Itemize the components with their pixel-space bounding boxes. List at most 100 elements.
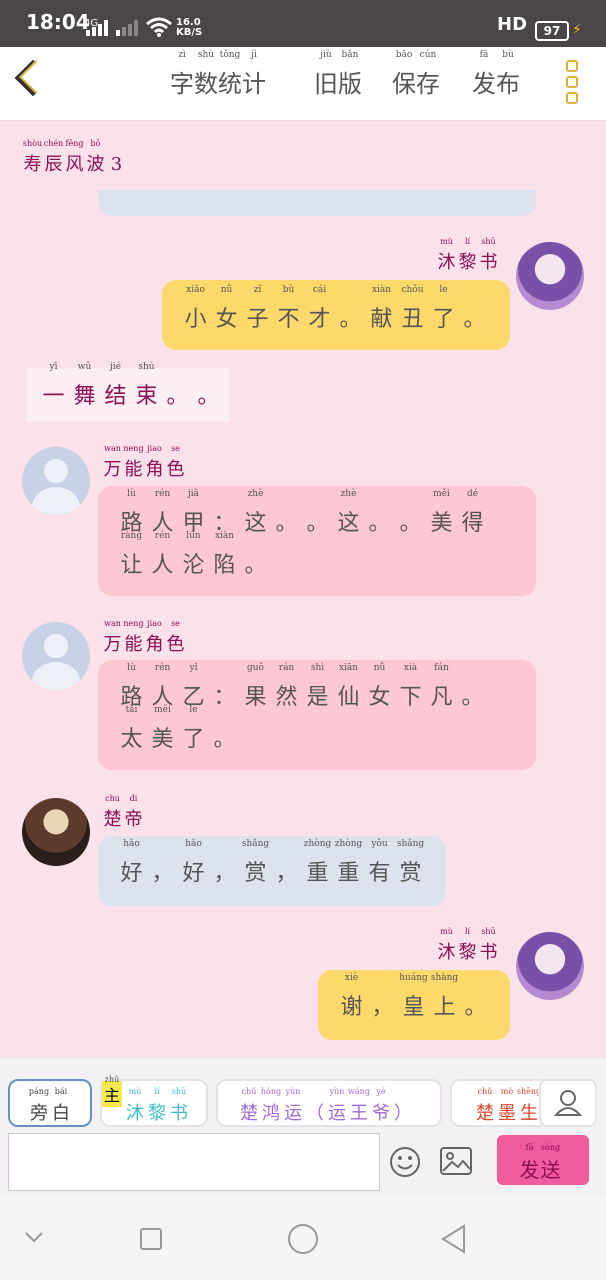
word-count-button[interactable]: zì 字 shù 数 tǒng 统 jì 计: [170, 50, 266, 99]
pinyin-label: jiǎ: [187, 489, 200, 499]
send-label: fā 发 sòng 送: [519, 1143, 561, 1183]
avatar[interactable]: [22, 447, 90, 515]
character: 人: [151, 553, 174, 578]
character: 美: [430, 511, 453, 536]
ruby-char: 。: [457, 676, 488, 720]
menu-icon[interactable]: [566, 60, 578, 72]
character: 上: [433, 995, 456, 1020]
message-text: xiè 谢 ， huáng 皇 shàng 上。: [336, 973, 491, 1030]
ruby-char: bù 不: [273, 285, 304, 342]
character: 。: [368, 511, 391, 536]
character-chip-chu-hongyun[interactable]: chǔ 楚 hóng 鸿 yùn 运（yùn 运 wáng 王 yé 爷）: [216, 1079, 442, 1127]
character: 。: [166, 384, 189, 409]
ruby-char: jié 结: [100, 362, 131, 419]
ruby-char: wan 万: [102, 444, 123, 481]
pinyin-label: bái: [54, 1087, 68, 1096]
save-button[interactable]: bǎo 保 cún 存: [392, 50, 440, 99]
character: 楚: [103, 809, 122, 830]
character: 书: [479, 252, 498, 273]
character: ，: [275, 861, 298, 886]
character: 风: [65, 154, 84, 175]
avatar[interactable]: [516, 242, 584, 310]
home-button[interactable]: [288, 1224, 318, 1254]
character: 旧: [314, 70, 338, 98]
menu-icon[interactable]: [566, 92, 578, 104]
ruby-char: měi 美: [147, 705, 178, 762]
manage-characters-button[interactable]: [539, 1079, 597, 1127]
character: 果: [244, 685, 267, 710]
avatar[interactable]: [22, 798, 90, 866]
image-icon[interactable]: [440, 1147, 472, 1175]
character: 黎: [458, 252, 477, 273]
ruby-char: chǔ 楚: [238, 1087, 260, 1125]
chevron-down-icon[interactable]: [24, 1230, 44, 1244]
character: 运: [328, 1103, 346, 1124]
message-bubble[interactable]: xiè 谢 ， huáng 皇 shàng 上。: [318, 970, 510, 1040]
character: 字: [170, 70, 194, 98]
status-bar: 18:04 4G 16.0 KB/S HD 97 ⚡: [0, 0, 606, 47]
character: 辰: [44, 154, 63, 175]
ruby-char: chǔ 楚: [474, 1087, 496, 1125]
publish-button[interactable]: fā 发 bù 布: [472, 50, 520, 99]
character-chip-narrator[interactable]: páng 旁 bái 白: [8, 1079, 92, 1127]
character: 不: [277, 307, 300, 332]
character: 。: [399, 511, 422, 536]
character-chip-chu-mosheng[interactable]: chǔ 楚 mò 墨 shēng 生: [450, 1079, 550, 1127]
character: 美: [151, 727, 174, 752]
character: 旁: [30, 1103, 48, 1124]
character: 角: [145, 634, 164, 655]
character-chip-mulishu[interactable]: 主 zhǔ mù 沐 lí 黎 shū 书: [100, 1075, 208, 1127]
ruby-char: cái 才: [304, 285, 335, 342]
previous-message-bubble[interactable]: [98, 190, 536, 216]
ruby-char: chu 楚: [102, 794, 123, 831]
pinyin-label: se: [171, 444, 180, 453]
character: 是: [306, 685, 329, 710]
message-input[interactable]: [8, 1133, 380, 1191]
message-bubble[interactable]: lù 路 rén 人 yǐ 乙： guǒ 果 rán 然 shì 是 xiān 仙 nǚ 女 xià 下 fán 凡。…: [98, 660, 536, 770]
message-text: yī 一 wǔ 舞 jié 结 shù 束。。: [38, 362, 224, 419]
ruby-char: lún 沦: [178, 531, 209, 588]
character: 沐: [437, 252, 456, 273]
avatar[interactable]: [22, 622, 90, 690]
ruby-char: jiù 旧: [314, 50, 338, 99]
recent-apps-button[interactable]: [140, 1228, 162, 1250]
chip-label: chǔ 楚 mò 墨 shēng 生: [474, 1087, 541, 1125]
character: 女: [215, 307, 238, 332]
sender-name: wan 万 neng 能 jiao 角 se 色: [102, 619, 186, 656]
navigation-bar: [0, 1198, 606, 1280]
pinyin-label: fán: [434, 663, 449, 673]
ruby-char: nǚ 女: [364, 663, 395, 720]
pinyin-label: xiè: [344, 973, 359, 983]
menu-icon[interactable]: [566, 76, 578, 88]
message-bubble[interactable]: xiǎo 小 nǚ 女 zǐ 子 bù 不 cái 才。 xiàn 献 chǒu 丑 le 了。: [162, 280, 510, 350]
avatar[interactable]: [516, 932, 584, 1000]
send-button[interactable]: fā 发 sòng 送: [497, 1135, 589, 1185]
ruby-char: rén 人: [147, 531, 178, 588]
ruby-char: xiǎo 小: [180, 285, 211, 342]
ruby-char: xiàn 献: [366, 285, 397, 342]
character: 书: [479, 942, 498, 963]
ruby-char: yǒu 有: [364, 839, 395, 896]
character: 统: [218, 70, 242, 98]
character: 小: [184, 307, 207, 332]
back-nav-icon[interactable]: [440, 1224, 466, 1254]
battery-indicator: 97: [535, 21, 569, 41]
character: 书: [170, 1103, 188, 1124]
character: 帝: [124, 809, 143, 830]
narration-bubble[interactable]: yī 一 wǔ 舞 jié 结 shù 束。。: [26, 362, 230, 422]
ruby-char: huáng 皇: [398, 973, 429, 1030]
message-bubble[interactable]: hǎo 好， hǎo 好， shǎng 赏， zhòng 重 zhòng 重 yǒu 有 shǎng 赏: [98, 836, 446, 906]
ruby-char: 。: [364, 502, 395, 546]
character: ，: [371, 995, 394, 1020]
character: 鸿: [262, 1103, 280, 1124]
ruby-char: bǎn 版: [338, 50, 362, 99]
message-text: ràng 让 rén 人 lún 沦 xiàn 陷。: [116, 531, 271, 588]
pinyin-label: zhè: [247, 489, 264, 499]
character: 楚: [240, 1103, 258, 1124]
ruby-char: yé 爷: [370, 1087, 392, 1125]
old-version-button[interactable]: jiù 旧 bǎn 版: [314, 50, 362, 99]
message-bubble[interactable]: lù 路 rén 人 jiǎ 甲： zhè 这。。 zhè 这。。 měi 美 dé 得 ràng 让 rén…: [98, 486, 536, 596]
charging-icon: ⚡: [572, 22, 582, 38]
hd-indicator: HD: [497, 14, 528, 35]
emoji-icon[interactable]: [388, 1145, 422, 1179]
